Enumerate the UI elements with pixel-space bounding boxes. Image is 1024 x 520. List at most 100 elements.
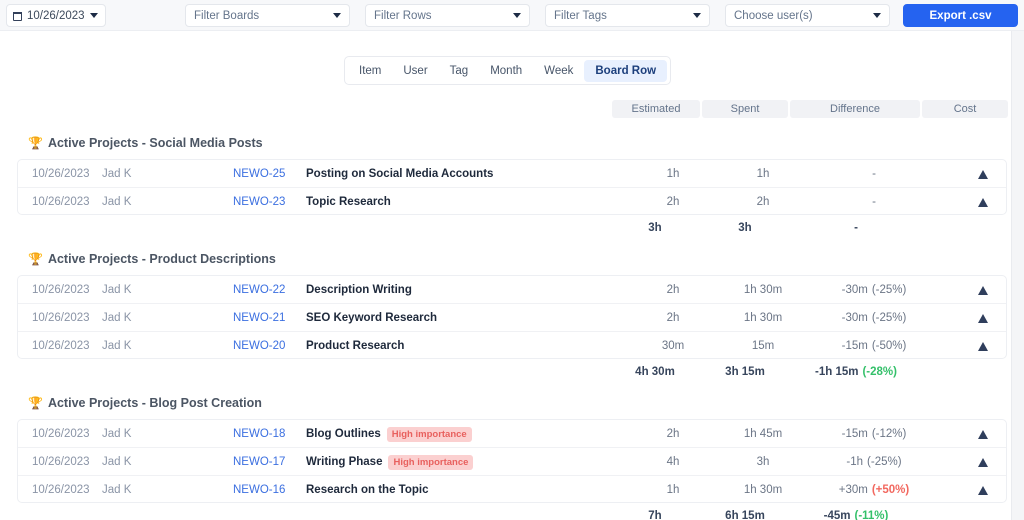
cell-item-key[interactable]: NEWO-25 [233, 160, 285, 188]
cell-item-key[interactable]: NEWO-16 [233, 476, 285, 503]
column-header-spent[interactable]: Spent [702, 100, 788, 118]
cell-cost[interactable] [938, 332, 1007, 359]
summary-difference: -45m(-11%) [786, 503, 926, 520]
tab-item[interactable]: Item [348, 60, 392, 82]
item-name-label: Posting on Social Media Accounts [306, 168, 493, 180]
cell-cost[interactable] [938, 276, 1007, 304]
filter-rows-label: Filter Rows [374, 10, 432, 22]
cell-difference: -30m(-25%) [804, 276, 944, 304]
filter-boards-select[interactable]: Filter Boards [185, 4, 350, 27]
item-name-label: Product Research [306, 340, 404, 352]
cell-item-name: Product Research [306, 332, 404, 359]
table-row[interactable]: 10/26/2023Jad KNEWO-21SEO Keyword Resear… [18, 304, 1006, 332]
difference-percent: (-12%) [872, 428, 907, 440]
cell-cost[interactable] [938, 160, 1007, 188]
cell-spent: 1h 45m [718, 420, 808, 448]
cell-estimated: 4h [613, 448, 733, 476]
column-header-estimated[interactable]: Estimated [612, 100, 700, 118]
cell-user: Jad K [102, 448, 131, 476]
tab-tag[interactable]: Tag [439, 60, 480, 82]
chevron-down-icon [513, 13, 521, 18]
filter-rows-select[interactable]: Filter Rows [365, 4, 530, 27]
warning-triangle-icon[interactable] [978, 429, 988, 439]
summary-difference-value: -1h 15m [815, 366, 858, 378]
tab-user[interactable]: User [392, 60, 438, 82]
table-row[interactable]: 10/26/2023Jad KNEWO-23Topic Research2h2h… [18, 188, 1006, 215]
cell-cost[interactable] [938, 476, 1007, 503]
cell-estimated: 30m [613, 332, 733, 359]
cell-difference: -15m(-12%) [804, 420, 944, 448]
item-name-label: Description Writing [306, 284, 412, 296]
difference-percent: (+50%) [872, 484, 909, 496]
cell-user: Jad K [102, 476, 131, 503]
export-csv-button[interactable]: Export .csv [903, 4, 1018, 27]
warning-triangle-icon[interactable] [978, 313, 988, 323]
cell-date: 10/26/2023 [32, 448, 90, 476]
choose-users-select[interactable]: Choose user(s) [725, 4, 890, 27]
item-name-label: SEO Keyword Research [306, 312, 437, 324]
column-header-difference[interactable]: Difference [790, 100, 920, 118]
cell-item-key[interactable]: NEWO-23 [233, 188, 285, 215]
cell-user: Jad K [102, 332, 131, 359]
warning-triangle-icon[interactable] [978, 485, 988, 495]
cell-item-name: Writing PhaseHigh importance [306, 448, 473, 476]
cell-item-key[interactable]: NEWO-21 [233, 304, 285, 332]
summary-spent: 6h 15m [700, 503, 790, 520]
cell-item-name: Description Writing [306, 276, 412, 304]
table-row[interactable]: 10/26/2023 Jad K NEWO-17 Writing PhaseHigh … [18, 448, 1006, 476]
cell-item-key[interactable]: NEWO-18 [233, 420, 285, 448]
difference-percent: (-25%) [872, 312, 907, 324]
group-rows-card: 10/26/2023Jad KNEWO-25Posting on Social … [17, 159, 1007, 215]
cell-cost[interactable] [938, 448, 1007, 476]
filter-tags-select[interactable]: Filter Tags [545, 4, 710, 27]
table-row[interactable]: 10/26/2023Jad KNEWO-20Product Research30… [18, 332, 1006, 359]
warning-triangle-icon[interactable] [978, 457, 988, 467]
summary-estimated: 4h 30m [595, 359, 715, 385]
cell-user: Jad K [102, 276, 131, 304]
table-row[interactable]: 10/26/2023Jad KNEWO-18Blog OutlinesHigh … [18, 420, 1006, 448]
date-picker-value: 10/26/2023 [27, 10, 85, 22]
group-rows-card: 10/26/2023Jad KNEWO-22Description Writin… [17, 275, 1007, 359]
summary-difference: - [786, 215, 926, 241]
cell-item-name: Research on the Topic [306, 476, 428, 503]
cell-estimated: 1h [613, 160, 733, 188]
table-row[interactable]: 10/26/2023Jad KNEWO-22Description Writin… [18, 276, 1006, 304]
difference-percent: (-50%) [872, 340, 907, 352]
cell-cost[interactable] [938, 304, 1007, 332]
cell-item-key[interactable]: NEWO-17 [233, 448, 285, 476]
column-header-cost[interactable]: Cost [922, 100, 1008, 118]
date-picker[interactable]: 10/26/2023 [6, 4, 106, 27]
group-title-label: Active Projects - Product Descriptions [48, 252, 276, 266]
importance-tag: High importance [387, 427, 472, 442]
cell-user: Jad K [102, 188, 131, 215]
cell-spent: 2h [718, 188, 808, 215]
cell-item-key[interactable]: NEWO-20 [233, 332, 285, 359]
warning-triangle-icon[interactable] [978, 341, 988, 351]
cell-difference: - [804, 160, 944, 188]
summary-difference-percent: (-11%) [854, 510, 888, 520]
summary-spent: 3h 15m [700, 359, 790, 385]
cell-spent: 1h [718, 160, 808, 188]
cell-spent: 1h 30m [718, 476, 808, 503]
warning-triangle-icon[interactable] [978, 285, 988, 295]
summary-estimated: 7h [595, 503, 715, 520]
trophy-icon: 🏆 [28, 137, 43, 149]
tab-week[interactable]: Week [533, 60, 584, 82]
tab-board-row[interactable]: Board Row [584, 60, 667, 82]
warning-triangle-icon[interactable] [978, 169, 988, 179]
trophy-icon: 🏆 [28, 397, 43, 409]
group-summary-row: 4h 30m3h 15m-1h 15m(-28%) [0, 359, 1024, 385]
cell-user: Jad K [102, 304, 131, 332]
tab-month[interactable]: Month [479, 60, 533, 82]
group-title-label: Active Projects - Blog Post Creation [48, 396, 262, 410]
cell-cost[interactable] [938, 420, 1007, 448]
cell-cost[interactable] [938, 188, 1007, 215]
cell-item-name: SEO Keyword Research [306, 304, 437, 332]
cell-item-key[interactable]: NEWO-22 [233, 276, 285, 304]
table-row[interactable]: 10/26/2023Jad KNEWO-25Posting on Social … [18, 160, 1006, 188]
group-title-label: Active Projects - Social Media Posts [48, 136, 263, 150]
vertical-scrollbar-track[interactable] [1011, 31, 1024, 520]
cell-estimated: 2h [613, 304, 733, 332]
warning-triangle-icon[interactable] [978, 197, 988, 207]
table-row[interactable]: 10/26/2023Jad KNEWO-16Research on the To… [18, 476, 1006, 503]
